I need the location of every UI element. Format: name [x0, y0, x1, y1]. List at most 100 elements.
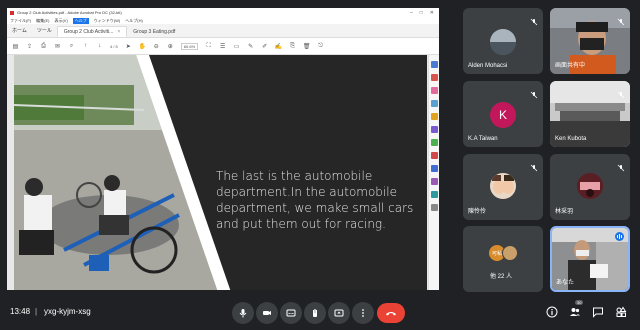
people-button[interactable]	[568, 305, 582, 319]
minimize-icon[interactable]: –	[410, 10, 413, 16]
mic-off-icon	[530, 13, 538, 26]
speaking-indicator-icon	[615, 232, 624, 241]
redact-icon[interactable]	[430, 152, 438, 159]
activities-icon	[616, 306, 627, 317]
search-tool-icon[interactable]	[430, 61, 438, 68]
hand-icon	[313, 309, 317, 317]
present-button[interactable]	[328, 302, 350, 324]
page-up-icon[interactable]: ↑	[82, 43, 89, 50]
menu-file[interactable]: ファイル(F)	[10, 18, 31, 24]
hand-icon[interactable]: ✋	[139, 43, 146, 50]
raise-hand-button[interactable]	[304, 302, 326, 324]
leave-call-button[interactable]	[377, 303, 405, 323]
protect-icon[interactable]	[430, 165, 438, 172]
zoom-in-icon[interactable]: ⊕	[167, 43, 174, 50]
comment-icon[interactable]: ▭	[233, 43, 240, 50]
captions-button[interactable]	[280, 302, 302, 324]
home-tab[interactable]: ホーム	[7, 27, 32, 37]
mic-off-icon	[617, 159, 625, 172]
menu-help-badge[interactable]: ヘルプ	[72, 17, 89, 24]
edit-pdf-icon[interactable]	[430, 87, 438, 94]
tab-label: Group 2 Club Activiti...	[63, 29, 114, 35]
separator: |	[35, 307, 38, 316]
participant-name: あなた	[556, 280, 575, 286]
upload-icon[interactable]: ⇪	[26, 43, 33, 50]
cursor-icon[interactable]: ➤	[125, 43, 132, 50]
save-icon[interactable]: ▤	[12, 43, 19, 50]
more-options-button[interactable]	[352, 302, 374, 324]
scroll-mode-icon[interactable]: ☰	[219, 43, 226, 50]
participant-tile[interactable]: 可私 他 22 人	[463, 226, 543, 292]
page-down-icon[interactable]: ↓	[96, 43, 103, 50]
more-tools-icon[interactable]	[430, 204, 438, 211]
microphone-icon	[239, 309, 247, 318]
activities-button[interactable]	[614, 305, 628, 319]
fill-sign-icon[interactable]	[430, 178, 438, 185]
participant-tile[interactable]: 林采羽	[550, 154, 630, 220]
mic-off-icon	[617, 86, 625, 99]
maximize-icon[interactable]: □	[420, 10, 423, 16]
close-window-icon[interactable]: ✕	[430, 10, 434, 16]
delete-icon[interactable]: 🗑	[303, 43, 311, 50]
meeting-details-button[interactable]	[545, 305, 559, 319]
print-icon[interactable]: ⎙	[40, 43, 47, 50]
stamp-icon[interactable]: ⎘	[289, 43, 296, 50]
combine-icon[interactable]	[430, 126, 438, 133]
page-indicator[interactable]: 4 / 5	[110, 44, 118, 49]
camera-button[interactable]	[256, 302, 278, 324]
document-tab-active[interactable]: Group 2 Club Activiti... ×	[56, 26, 128, 37]
avatar-initials: 可私	[491, 250, 502, 257]
menu-window[interactable]: ウィンドウ(W)	[94, 18, 120, 24]
zoom-level[interactable]: 80.6%	[180, 42, 199, 50]
fit-page-icon[interactable]: ⛶	[205, 43, 212, 50]
tools-tab[interactable]: ツール	[32, 27, 57, 37]
others-avatar-group: 可私	[489, 245, 519, 261]
shared-screen: Group 2 Club Activities.pdf - Adobe Acro…	[7, 8, 439, 290]
participant-tile[interactable]: 画面共有中	[550, 8, 630, 74]
close-tab-icon[interactable]: ×	[117, 29, 120, 35]
search-icon[interactable]: ⌕	[68, 43, 75, 50]
avatar	[577, 173, 603, 199]
mic-off-icon	[530, 159, 538, 172]
document-tab[interactable]: Group 3 Eating.pdf	[127, 26, 181, 37]
pen-icon[interactable]: ✎	[247, 43, 254, 50]
slide-text: The last is the automobile department.In…	[216, 169, 414, 231]
meeting-controls-bar: 13:48 | yxg-kyjm-xsg 30	[0, 297, 640, 330]
export-pdf-icon[interactable]	[430, 100, 438, 107]
menu-help[interactable]: ヘルプ(H)	[125, 18, 143, 24]
comment-tool-icon[interactable]	[430, 113, 438, 120]
document-area[interactable]: The last is the automobile department.In…	[7, 55, 439, 290]
mic-off-icon	[530, 86, 538, 99]
participant-name: 陳怜伶	[468, 209, 487, 215]
pdf-slide: The last is the automobile department.In…	[14, 55, 427, 290]
mail-icon[interactable]: ✉	[54, 43, 61, 50]
participant-name: 他 22 人	[490, 274, 513, 280]
acrobat-tabbar: ホーム ツール Group 2 Club Activiti... × Group…	[7, 24, 439, 38]
chat-icon	[593, 307, 603, 318]
create-pdf-icon[interactable]	[430, 74, 438, 81]
participant-tile[interactable]: 陳怜伶	[463, 154, 543, 220]
meet-window: Group 2 Club Activities.pdf - Adobe Acro…	[0, 0, 640, 330]
participant-count-badge: 30	[575, 300, 584, 305]
participant-tile[interactable]: Alden Mohacsi	[463, 8, 543, 74]
highlight-icon[interactable]: ✐	[261, 43, 268, 50]
tab-label: Group 3 Eating.pdf	[133, 28, 176, 35]
acrobat-logo-icon	[10, 10, 14, 15]
chat-button[interactable]	[591, 305, 605, 319]
share-icon[interactable]: ⎋	[317, 43, 324, 50]
acrobat-toolbar: ▤ ⇪ ⎙ ✉ ⌕ ↑ ↓ 4 / 5 ➤ ✋ ⊖ ⊕ 80.6% ⛶ ☰ ▭ …	[7, 38, 439, 55]
participant-name: 画面共有中	[555, 63, 586, 69]
menu-edit[interactable]: 編集(E)	[36, 18, 49, 24]
participant-name: Ken Kubota	[555, 136, 587, 142]
zoom-out-icon[interactable]: ⊖	[153, 43, 160, 50]
sign-icon[interactable]: ✍	[275, 43, 282, 50]
menu-view[interactable]: 表示(V)	[54, 18, 67, 24]
more-vert-icon	[362, 309, 364, 317]
scan-icon[interactable]	[430, 191, 438, 198]
self-tile[interactable]: あなた	[550, 226, 630, 292]
microphone-button[interactable]	[232, 302, 254, 324]
participant-tile[interactable]: Ken Kubota	[550, 81, 630, 147]
captions-icon	[286, 309, 296, 317]
participant-tile[interactable]: K K.A Taiwan	[463, 81, 543, 147]
organize-icon[interactable]	[430, 139, 438, 146]
